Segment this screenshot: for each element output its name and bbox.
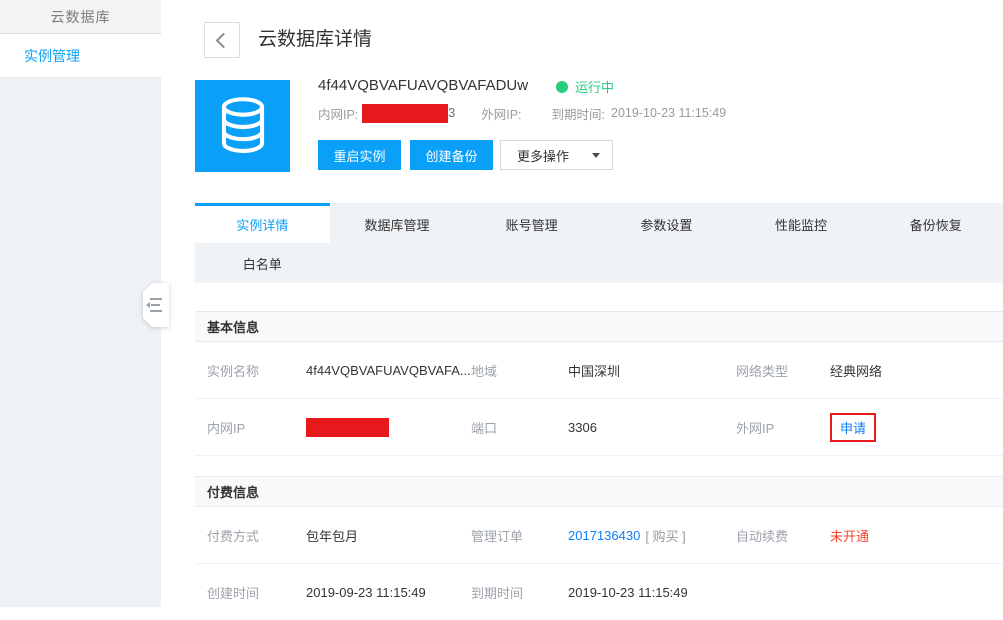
tab-database-management[interactable]: 数据库管理 xyxy=(330,203,465,243)
create-time-value: 2019-09-23 11:15:49 xyxy=(306,564,426,620)
network-type-value: 经典网络 xyxy=(830,342,882,398)
tab-backup-restore[interactable]: 备份恢复 xyxy=(868,203,1003,243)
auto-renew-label: 自动续费 xyxy=(736,507,788,563)
inner-ip-visible-suffix: 3 xyxy=(448,106,455,120)
tab-performance-monitor[interactable]: 性能监控 xyxy=(734,203,869,243)
inner-ip-row-redaction-box xyxy=(306,418,389,437)
basic-info-section-header: 基本信息 xyxy=(195,311,1003,342)
status-dot-icon xyxy=(556,81,568,93)
restart-instance-button[interactable]: 重启实例 xyxy=(318,140,401,170)
instance-icon-tile xyxy=(195,80,290,172)
back-button[interactable] xyxy=(204,22,240,58)
basic-info-row-2: 内网IP 端口 3306 外网IP 申请 xyxy=(195,399,1003,456)
inner-ip-row-label: 内网IP xyxy=(207,399,245,455)
tab-instance-detail[interactable]: 实例详情 xyxy=(195,203,330,243)
billing-info-section-header: 付费信息 xyxy=(195,476,1003,507)
tab-parameter-settings[interactable]: 参数设置 xyxy=(599,203,734,243)
inner-ip-label: 内网IP: xyxy=(318,104,358,123)
collapse-panel-icon xyxy=(150,296,162,314)
outer-ip-apply-cell: 申请 xyxy=(830,399,876,455)
port-label: 端口 xyxy=(471,399,497,455)
basic-info-row-1: 实例名称 4f44VQBVAFUAVQBVAFA... 地域 中国深圳 网络类型… xyxy=(195,342,1003,399)
sidebar-title: 云数据库 xyxy=(0,0,161,34)
billing-mode-value: 包年包月 xyxy=(306,507,358,563)
instance-name-value: 4f44VQBVAFUAVQBVAFA... xyxy=(306,342,471,398)
caret-down-icon xyxy=(592,153,600,158)
region-value: 中国深圳 xyxy=(568,342,620,398)
status-label: 运行中 xyxy=(575,77,614,96)
sidebar-collapse-handle-wrap xyxy=(143,283,169,327)
network-type-label: 网络类型 xyxy=(736,342,788,398)
apply-outer-ip-link[interactable]: 申请 xyxy=(830,413,876,442)
tab-row-2: 白名单 xyxy=(195,243,1003,283)
billing-info-row-2: 创建时间 2019-09-23 11:15:49 到期时间 2019-10-23… xyxy=(195,564,1003,620)
expire-time-value: 2019-10-23 11:15:49 xyxy=(611,106,726,120)
outer-ip-row-label: 外网IP xyxy=(736,399,774,455)
port-value: 3306 xyxy=(568,399,597,455)
billing-info-row-1: 付费方式 包年包月 管理订单 2017136430 [ 购买 ] 自动续费 未开… xyxy=(195,507,1003,564)
sidebar-item-label: 实例管理 xyxy=(24,46,80,66)
tab-bar: 实例详情 数据库管理 账号管理 参数设置 性能监控 备份恢复 白名单 xyxy=(195,203,1003,283)
instance-head-fields: 内网IP: 3 外网IP: 到期时间: 2019-10-23 11:15:49 xyxy=(318,103,726,123)
inner-ip-row-value xyxy=(306,399,389,455)
order-buy-link[interactable]: [ 购买 ] xyxy=(645,526,685,545)
database-icon xyxy=(214,95,272,157)
page-title: 云数据库详情 xyxy=(258,22,372,58)
sidebar-collapse-handle[interactable] xyxy=(143,283,169,327)
more-actions-dropdown[interactable]: 更多操作 xyxy=(500,140,613,170)
instance-name: 4f44VQBVAFUAVQBVAFADUw xyxy=(318,77,528,94)
more-actions-label: 更多操作 xyxy=(517,146,569,165)
auto-renew-value: 未开通 xyxy=(830,507,869,563)
order-cell: 2017136430 [ 购买 ] xyxy=(568,507,686,563)
tab-account-management[interactable]: 账号管理 xyxy=(464,203,599,243)
tab-row-1: 实例详情 数据库管理 账号管理 参数设置 性能监控 备份恢复 xyxy=(195,203,1003,243)
chevron-left-icon xyxy=(216,32,232,48)
create-backup-button[interactable]: 创建备份 xyxy=(410,140,493,170)
expire-time-row-label: 到期时间 xyxy=(471,564,523,620)
status-badge: 运行中 xyxy=(556,77,614,96)
sidebar: 云数据库 实例管理 xyxy=(0,0,161,607)
tab-whitelist[interactable]: 白名单 xyxy=(195,243,330,283)
outer-ip-label: 外网IP: xyxy=(481,104,521,123)
order-id-link[interactable]: 2017136430 xyxy=(568,528,640,543)
create-time-label: 创建时间 xyxy=(207,564,259,620)
inner-ip-redaction-box xyxy=(362,104,448,123)
sidebar-item-instance-management[interactable]: 实例管理 xyxy=(0,34,161,78)
expire-time-row-value: 2019-10-23 11:15:49 xyxy=(568,564,688,620)
billing-mode-label: 付费方式 xyxy=(207,507,259,563)
instance-name-label: 实例名称 xyxy=(207,342,259,398)
region-label: 地域 xyxy=(471,342,497,398)
order-label: 管理订单 xyxy=(471,507,523,563)
expire-time-label: 到期时间: xyxy=(552,104,605,123)
